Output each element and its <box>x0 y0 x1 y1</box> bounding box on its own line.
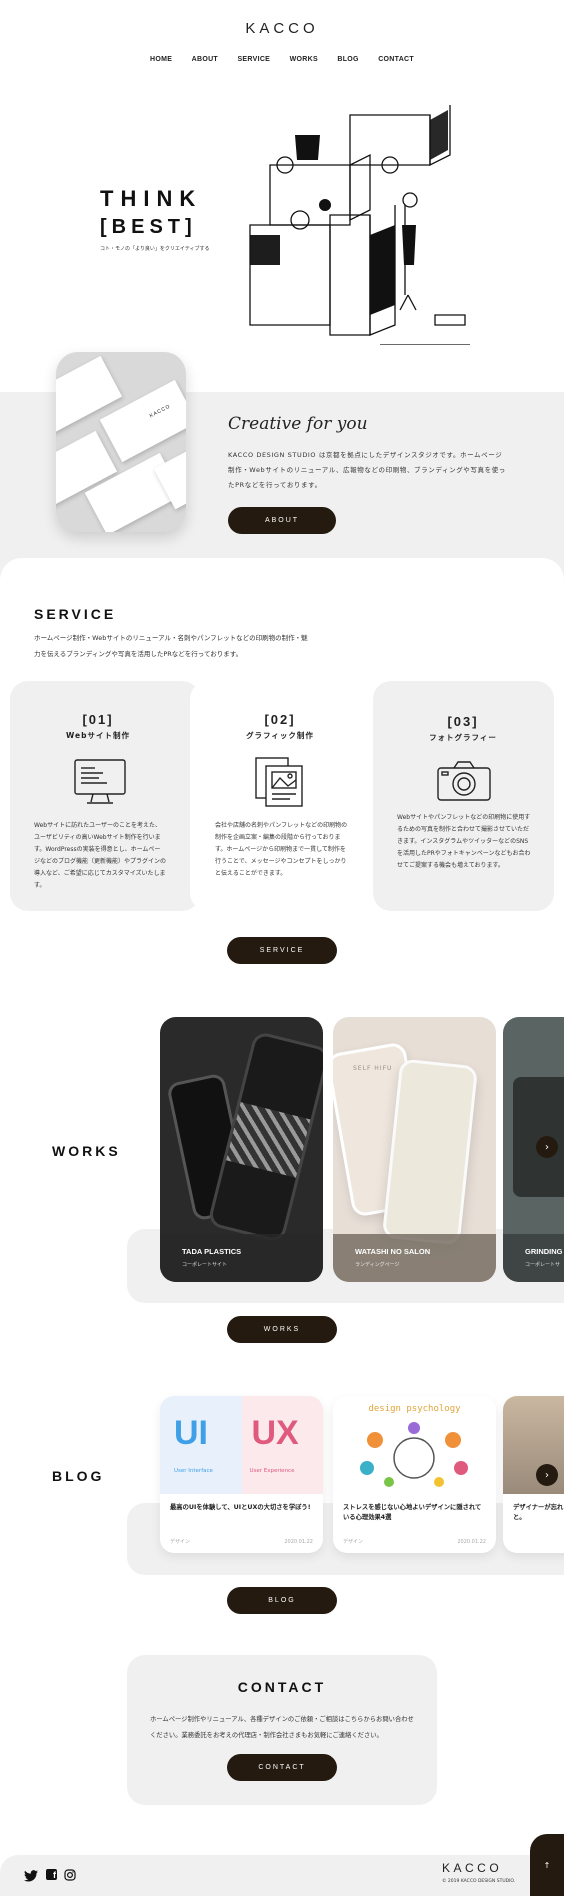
brain-gears-icon <box>360 1422 468 1487</box>
blog-img-ux: UX <box>251 1414 299 1452</box>
contact-button[interactable]: CONTACT <box>227 1754 337 1781</box>
hero-title-line2: [BEST] <box>100 216 197 238</box>
blog-img-ui: UI <box>174 1414 208 1452</box>
blog-img-title: design psychology <box>368 1404 461 1414</box>
site-logo[interactable]: KACCO <box>0 20 564 37</box>
nav-service[interactable]: SERVICE <box>237 56 270 63</box>
facebook-icon[interactable]: f <box>46 1869 57 1880</box>
nav-home[interactable]: HOME <box>150 56 172 63</box>
service-num-2: [02] <box>264 712 296 727</box>
blog-img-ui-caption: User Interface <box>174 1468 213 1474</box>
contact-text: ホームページ制作やリニューアル、各種デザインのご依頼・ご相談はこちらからお問い合… <box>150 1716 414 1739</box>
blog-category-1: デザイン <box>170 1539 191 1545</box>
blog-img-ux-caption: User Experience <box>249 1468 295 1474</box>
nav-about[interactable]: ABOUT <box>192 56 218 63</box>
back-to-top-button[interactable]: ↑ <box>530 1834 564 1896</box>
footer-logo[interactable]: KACCO <box>442 1861 502 1875</box>
work-card-2[interactable]: SELF HIFU WATASHI NO SALON ランディングページ <box>333 1017 496 1282</box>
business-card-photo: KACCO <box>56 352 186 532</box>
blog-button[interactable]: BLOG <box>227 1587 337 1614</box>
footer-copyright: © 2019 KACCO DESIGN STUDIO. <box>442 1879 516 1884</box>
service-name-2: グラフィック制作 <box>246 731 314 740</box>
blog-title-2: ストレスを感じない心地よいデザインに隠されている心理効果4選 <box>343 1504 482 1521</box>
work-category-3: コーポレートサ <box>525 1262 561 1268</box>
blog-title: BLOG <box>52 1468 105 1484</box>
blog-date-2: 2020.01.22 <box>457 1539 486 1545</box>
blog-card-1[interactable]: UI User Interface UX User Experience 最高の… <box>160 1396 323 1553</box>
blog-title-3: デザイナーが忘れと。 <box>513 1504 564 1521</box>
blog-image-2: design psychology <box>333 1396 496 1494</box>
puzzle-illustration <box>249 105 470 345</box>
nav-blog[interactable]: BLOG <box>337 56 358 63</box>
twitter-icon[interactable] <box>24 1870 38 1882</box>
print-icon <box>255 757 303 807</box>
nav-works[interactable]: WORKS <box>290 56 318 63</box>
blog-title-1: 最高のUIを体験して、UIとUXの大切さを学ぼう! <box>170 1504 311 1511</box>
work-card-1[interactable]: TADA PLASTICS コーポレートサイト <box>160 1017 323 1282</box>
work-name-2: WATASHI NO SALON <box>355 1247 431 1256</box>
about-button[interactable]: ABOUT <box>228 507 336 534</box>
service-button[interactable]: SERVICE <box>227 937 337 964</box>
blog-image-1: UI User Interface UX User Experience <box>160 1396 323 1494</box>
nav-contact[interactable]: CONTACT <box>378 56 414 63</box>
service-num-1: [01] <box>82 712 114 727</box>
work-category-1: コーポレートサイト <box>182 1262 228 1268</box>
blog-card-2[interactable]: design psychology ストレスを感じない心地よいデザインに隠されて… <box>333 1396 496 1553</box>
blog-next-arrow-icon[interactable]: › <box>536 1464 558 1486</box>
works-button[interactable]: WORKS <box>227 1316 337 1343</box>
service-num-3: [03] <box>447 714 479 729</box>
work-name-3: GRINDING <box>525 1247 563 1256</box>
works-title: WORKS <box>52 1143 121 1159</box>
service-text-2: 会社や店舗の名刺やパンフレットなどの印刷物の制作を企画立案・編集の段階から行って… <box>215 822 348 877</box>
monitor-icon <box>74 759 126 804</box>
service-name-3: フォトグラフィー <box>429 733 497 742</box>
about-text: KACCO DESIGN STUDIO は京都を拠点にしたデザインスタジオです。… <box>228 451 506 489</box>
blog-date-1: 2020.01.22 <box>284 1539 313 1545</box>
service-text-1: Webサイトに訪れたユーザーのことを考えた、ユーザビリティの高いWebサイト制作… <box>34 822 167 889</box>
work-screen-text: SELF HIFU <box>353 1065 393 1072</box>
service-text-3: Webサイトやパンフレットなどの印刷物に使用するための写真を制作と合わせて撮影さ… <box>397 814 531 869</box>
instagram-icon[interactable] <box>64 1869 76 1881</box>
main-nav: HOME ABOUT SERVICE WORKS BLOG CONTACT <box>150 56 414 63</box>
contact-title: CONTACT <box>237 1679 327 1695</box>
service-title: SERVICE <box>34 606 117 622</box>
about-script-title: Creative for you <box>228 414 368 434</box>
camera-icon <box>437 761 491 801</box>
service-name-1: Webサイト制作 <box>66 731 130 740</box>
works-next-arrow-icon[interactable]: › <box>536 1136 558 1158</box>
hero-title-line1: THINK <box>100 186 203 211</box>
blog-category-2: デザイン <box>343 1539 364 1545</box>
service-intro: ホームページ制作・Webサイトのリニューアル・名刺やパンフレットなどの印刷物の制… <box>34 634 308 658</box>
work-name-1: TADA PLASTICS <box>182 1247 242 1256</box>
work-category-2: ランディングページ <box>355 1262 400 1268</box>
hero-subtitle: コト・モノの「より良い」をクリエイティブする <box>100 246 210 252</box>
hero-title: THINK [BEST] コト・モノの「より良い」をクリエイティブする <box>100 186 210 252</box>
